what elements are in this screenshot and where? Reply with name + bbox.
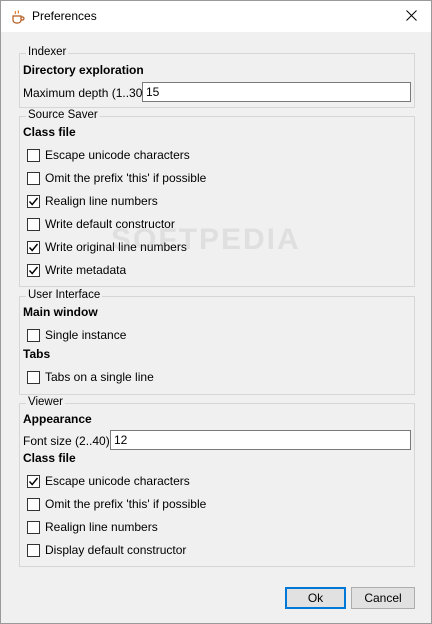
- source-write-default-constructor-checkbox[interactable]: [27, 217, 40, 231]
- viewer-display-default-constructor-option[interactable]: Display default constructor: [27, 543, 186, 557]
- tabs-single-line-checkbox[interactable]: [27, 370, 40, 384]
- source-realign-line-numbers-option[interactable]: Realign line numbers: [27, 194, 158, 208]
- viewer-escape-unicode-label: Escape unicode characters: [45, 474, 190, 488]
- source-write-original-line-numbers-checkbox[interactable]: [27, 240, 40, 254]
- tabs-single-line-option[interactable]: Tabs on a single line: [27, 370, 154, 384]
- viewer-escape-unicode-option[interactable]: Escape unicode characters: [27, 474, 190, 488]
- single-instance-option[interactable]: Single instance: [27, 328, 126, 342]
- viewer-escape-unicode-checkbox[interactable]: [27, 474, 40, 488]
- single-instance-checkbox[interactable]: [27, 328, 40, 342]
- source-write-metadata-checkbox[interactable]: [27, 263, 40, 277]
- viewer-display-default-constructor-checkbox[interactable]: [27, 543, 40, 557]
- preferences-dialog: Preferences Indexer Directory exploratio…: [0, 0, 432, 624]
- single-instance-label: Single instance: [45, 328, 127, 342]
- source-escape-unicode-label: Escape unicode characters: [45, 148, 190, 162]
- coffee-cup-icon: [10, 9, 26, 25]
- softpedia-watermark: SOFTPEDIA: [111, 223, 301, 256]
- source-realign-line-numbers-checkbox[interactable]: [27, 194, 40, 208]
- maximum-depth-input[interactable]: 15: [142, 82, 411, 102]
- source-escape-unicode-option[interactable]: Escape unicode characters: [27, 148, 190, 162]
- source-omit-this-checkbox[interactable]: [27, 171, 40, 185]
- title-bar: Preferences: [1, 1, 431, 32]
- checkmark-icon: [28, 243, 39, 252]
- viewer-realign-line-numbers-checkbox[interactable]: [27, 520, 40, 534]
- source-saver-group-title: Source Saver: [26, 109, 100, 121]
- source-realign-line-numbers-label: Realign line numbers: [45, 194, 158, 208]
- indexer-group-title: Indexer: [26, 46, 69, 58]
- ok-button[interactable]: Ok: [285, 587, 346, 609]
- tabs-heading: Tabs: [23, 347, 51, 361]
- viewer-realign-line-numbers-label: Realign line numbers: [45, 520, 158, 534]
- font-size-label: Font size (2..40):: [23, 434, 114, 448]
- viewer-group-title: Viewer: [26, 396, 65, 408]
- viewer-display-default-constructor-label: Display default constructor: [45, 543, 187, 557]
- source-omit-this-option[interactable]: Omit the prefix 'this' if possible: [27, 171, 206, 185]
- viewer-class-file-heading: Class file: [23, 451, 76, 465]
- viewer-omit-this-option[interactable]: Omit the prefix 'this' if possible: [27, 497, 206, 511]
- source-escape-unicode-checkbox[interactable]: [27, 148, 40, 162]
- viewer-omit-this-checkbox[interactable]: [27, 497, 40, 511]
- checkmark-icon: [28, 266, 39, 275]
- checkmark-icon: [28, 477, 39, 486]
- user-interface-group-title: User Interface: [26, 289, 103, 301]
- directory-exploration-heading: Directory exploration: [23, 63, 144, 77]
- font-size-input[interactable]: 12: [110, 430, 411, 450]
- cancel-button[interactable]: Cancel: [351, 587, 415, 609]
- close-button[interactable]: [391, 1, 431, 32]
- viewer-omit-this-label: Omit the prefix 'this' if possible: [45, 497, 207, 511]
- source-omit-this-label: Omit the prefix 'this' if possible: [45, 171, 207, 185]
- viewer-realign-line-numbers-option[interactable]: Realign line numbers: [27, 520, 158, 534]
- source-write-metadata-label: Write metadata: [45, 263, 127, 277]
- close-icon: [405, 9, 417, 24]
- source-saver-class-file-heading: Class file: [23, 125, 76, 139]
- appearance-heading: Appearance: [23, 412, 92, 426]
- main-window-heading: Main window: [23, 305, 98, 319]
- tabs-single-line-label: Tabs on a single line: [45, 370, 154, 384]
- checkmark-icon: [28, 197, 39, 206]
- window-title: Preferences: [32, 9, 97, 23]
- source-write-metadata-option[interactable]: Write metadata: [27, 263, 126, 277]
- maximum-depth-label: Maximum depth (1..30):: [23, 86, 150, 100]
